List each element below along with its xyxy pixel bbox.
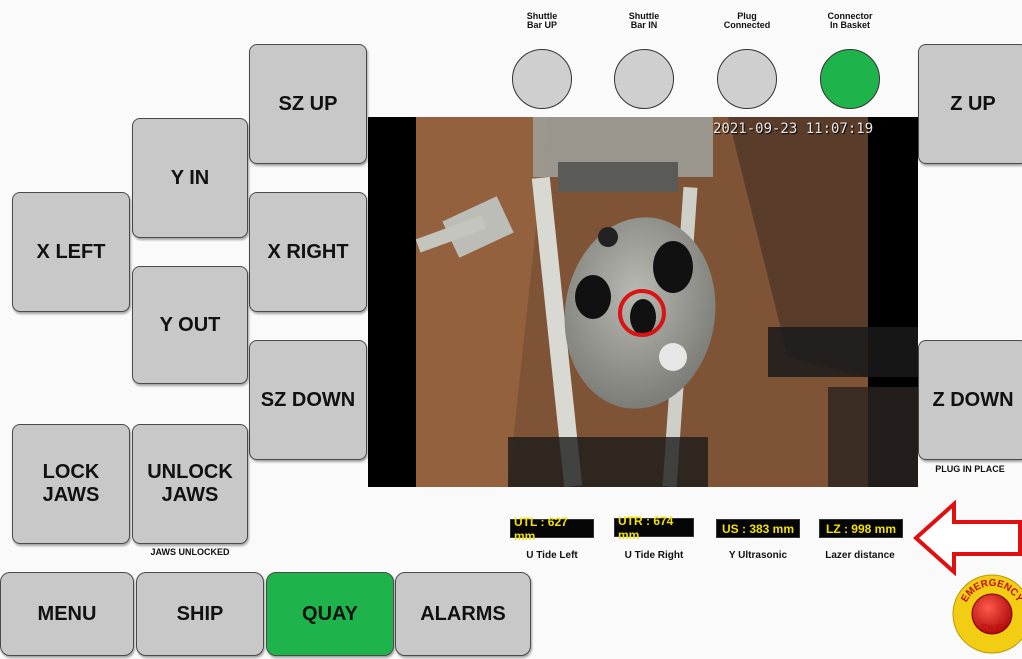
z-down-button[interactable]: Z DOWN [918,340,1022,460]
camera-timestamp: 2021-09-23 11:07:19 [713,121,874,137]
camera-image [368,117,918,487]
readout-us-label: Y Ultrasonic [728,550,788,561]
y-out-button[interactable]: Y OUT [132,266,248,384]
nav-ship-button[interactable]: SHIP [136,572,264,656]
nav-quay-button[interactable]: QUAY [266,572,394,656]
nav-menu-button[interactable]: MENU [0,572,134,656]
x-left-button[interactable]: X LEFT [12,192,130,312]
y-in-button[interactable]: Y IN [132,118,248,238]
jaws-status-label: JAWS UNLOCKED [150,547,230,557]
readout-utl-label: U Tide Left [526,550,578,561]
indicator-label: Shuttle Bar IN [628,11,660,31]
indicator-lamp-shuttle-bar-in [614,49,674,109]
readout-utl: UTL : 627 mm [510,515,594,543]
emergency-stop-icon: EMERGENCY STOP [952,574,1022,654]
lock-jaws-button[interactable]: LOCK JAWS [12,424,130,544]
arrow-left-icon [913,500,1022,576]
camera-feed: 2021-09-23 11:07:19 [368,117,918,487]
indicator-lamp-connector-in-basket [820,49,880,109]
readout-lz: LZ : 998 mm [819,519,903,538]
readout-lz-label: Lazer distance [825,550,895,561]
indicator-label: Shuttle Bar UP [526,11,558,31]
sz-up-button[interactable]: SZ UP [249,44,367,164]
emergency-stop-button[interactable]: EMERGENCY STOP [952,574,1022,654]
x-right-button[interactable]: X RIGHT [249,192,367,312]
indicator-label: Plug Connected [723,11,771,31]
unlock-jaws-button[interactable]: UNLOCK JAWS [132,424,248,544]
sz-down-button[interactable]: SZ DOWN [249,340,367,460]
indicator-label: Connector In Basket [827,11,873,31]
indicator-lamp-plug-connected [717,49,777,109]
readout-utr-label: U Tide Right [624,550,684,561]
z-up-button[interactable]: Z UP [918,44,1022,164]
readout-us: US : 383 mm [716,519,800,538]
plug-status-label: PLUG IN PLACE [935,464,1005,474]
readout-utr: UTR : 674 mm [614,514,694,542]
indicator-lamp-shuttle-bar-up [512,49,572,109]
nav-alarms-button[interactable]: ALARMS [395,572,531,656]
